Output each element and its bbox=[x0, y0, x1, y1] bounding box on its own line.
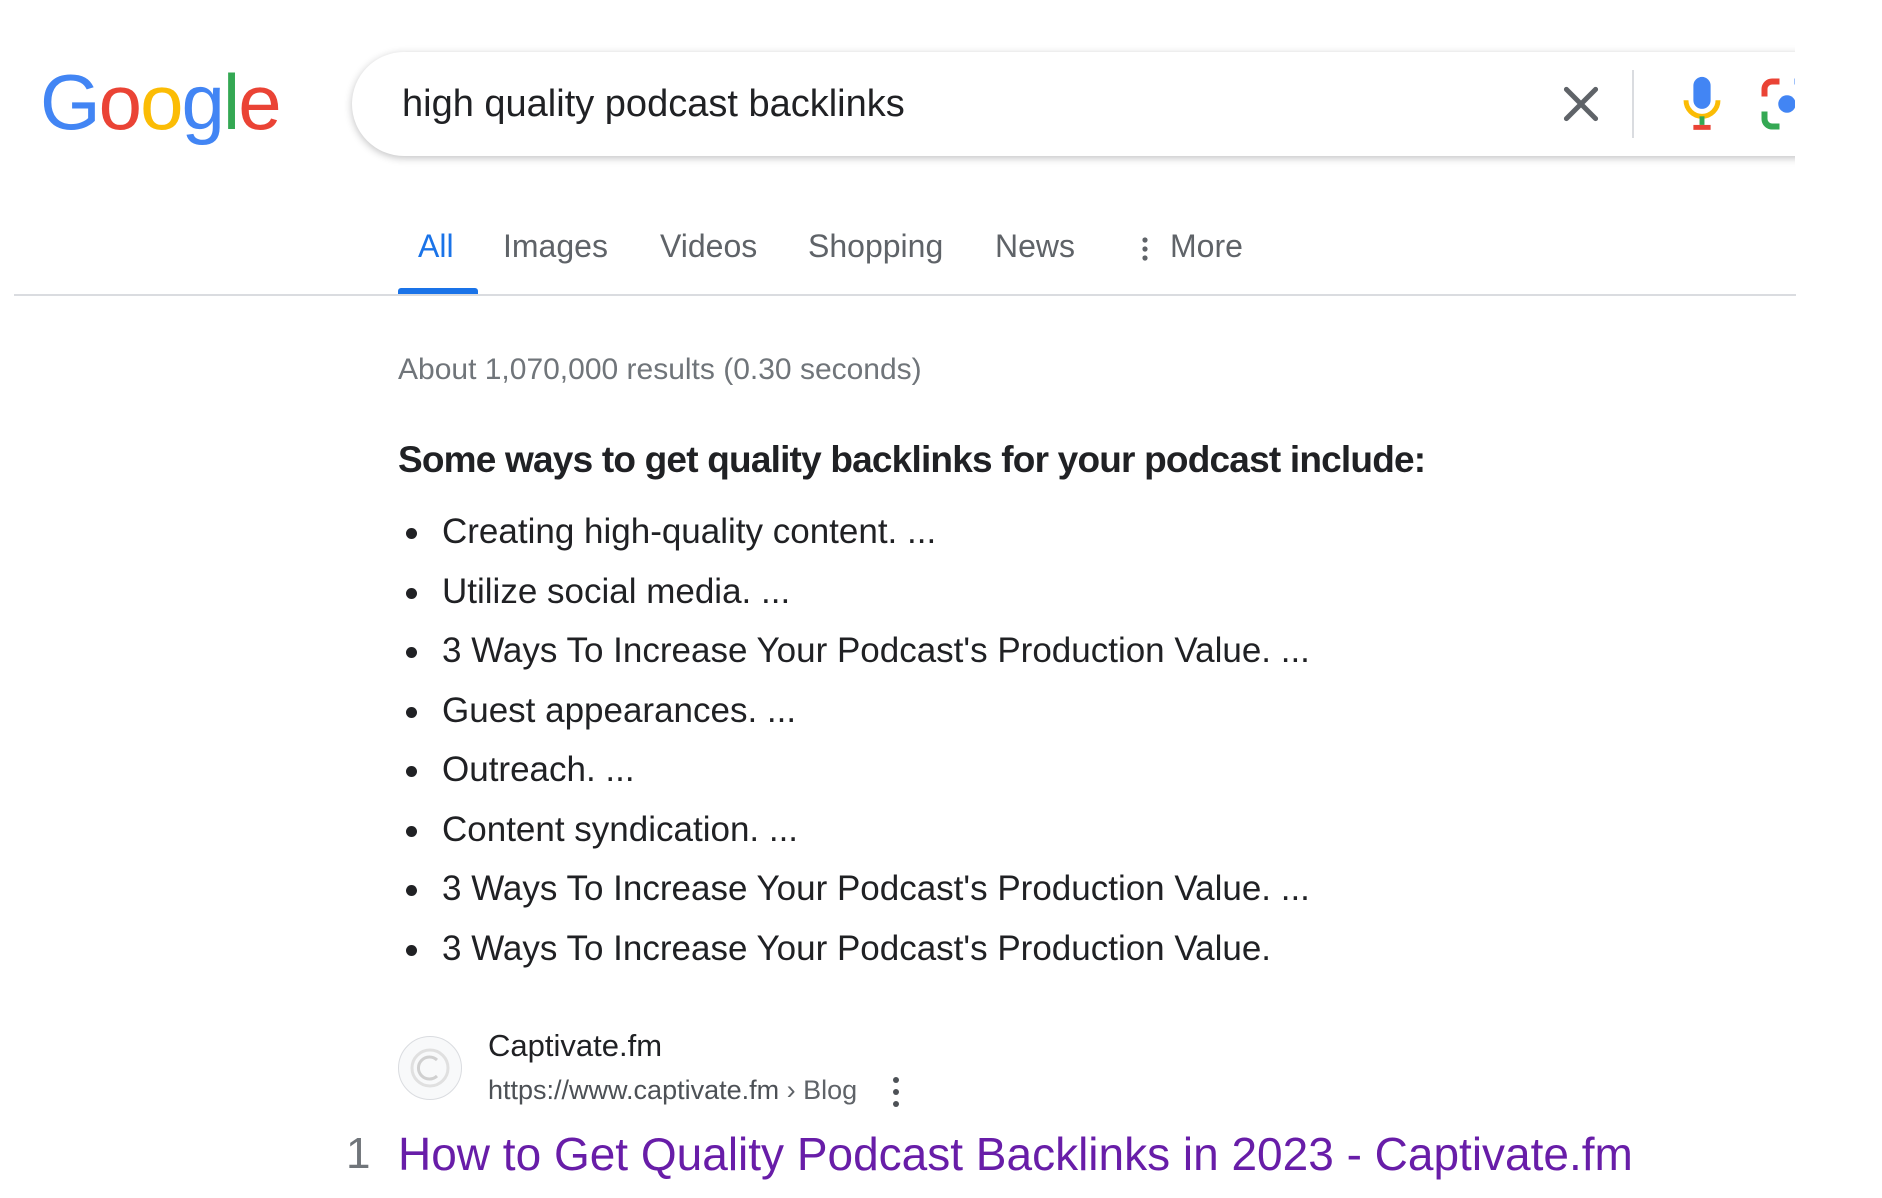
site-url-host: https://www.captivate.fm bbox=[488, 1075, 780, 1105]
tab-more[interactable]: More bbox=[1138, 218, 1243, 274]
featured-snippet-heading: Some ways to get quality backlinks for y… bbox=[398, 439, 1426, 480]
list-item: 3 Ways To Increase Your Podcast's Produc… bbox=[398, 925, 1310, 985]
list-item: Utilize social media. ... bbox=[398, 568, 1310, 628]
vertical-dots-icon bbox=[1142, 236, 1148, 261]
site-url-breadcrumb: › Blog bbox=[779, 1075, 858, 1105]
search-divider bbox=[1632, 70, 1634, 138]
result-title-link[interactable]: How to Get Quality Podcast Backlinks in … bbox=[398, 1126, 1633, 1182]
result-stats: About 1,070,000 results (0.30 seconds) bbox=[398, 353, 922, 386]
tab-videos[interactable]: Videos bbox=[660, 218, 757, 274]
search-area: high quality podcast backlinks bbox=[0, 0, 1795, 200]
site-name[interactable]: Captivate.fm bbox=[488, 1026, 662, 1066]
list-item: Guest appearances. ... bbox=[398, 687, 1310, 747]
close-icon[interactable] bbox=[1556, 79, 1606, 129]
search-input[interactable]: high quality podcast backlinks bbox=[402, 82, 905, 126]
site-favicon[interactable] bbox=[398, 1036, 462, 1100]
captivate-logo-icon bbox=[410, 1048, 450, 1088]
site-url[interactable]: https://www.captivate.fm › Blog bbox=[488, 1072, 857, 1108]
camera-lens-icon[interactable] bbox=[1757, 74, 1795, 134]
tab-shopping[interactable]: Shopping bbox=[808, 218, 943, 274]
tab-all[interactable]: All bbox=[418, 218, 454, 274]
list-item: 3 Ways To Increase Your Podcast's Produc… bbox=[398, 865, 1310, 925]
tabs-divider bbox=[14, 294, 1796, 296]
list-item: 3 Ways To Increase Your Podcast's Produc… bbox=[398, 627, 1310, 687]
search-box[interactable]: high quality podcast backlinks bbox=[352, 52, 1795, 156]
list-item: Content syndication. ... bbox=[398, 806, 1310, 866]
microphone-icon[interactable] bbox=[1672, 72, 1732, 136]
tab-images[interactable]: Images bbox=[503, 218, 608, 274]
vertical-dots-icon[interactable] bbox=[886, 1072, 906, 1112]
result-number: 1 bbox=[346, 1129, 371, 1178]
featured-snippet-list: Creating high-quality content. ... Utili… bbox=[398, 508, 1310, 984]
tab-news[interactable]: News bbox=[995, 218, 1075, 274]
list-item: Creating high-quality content. ... bbox=[398, 508, 1310, 568]
list-item: Outreach. ... bbox=[398, 746, 1310, 806]
tab-more-label: More bbox=[1170, 228, 1243, 264]
